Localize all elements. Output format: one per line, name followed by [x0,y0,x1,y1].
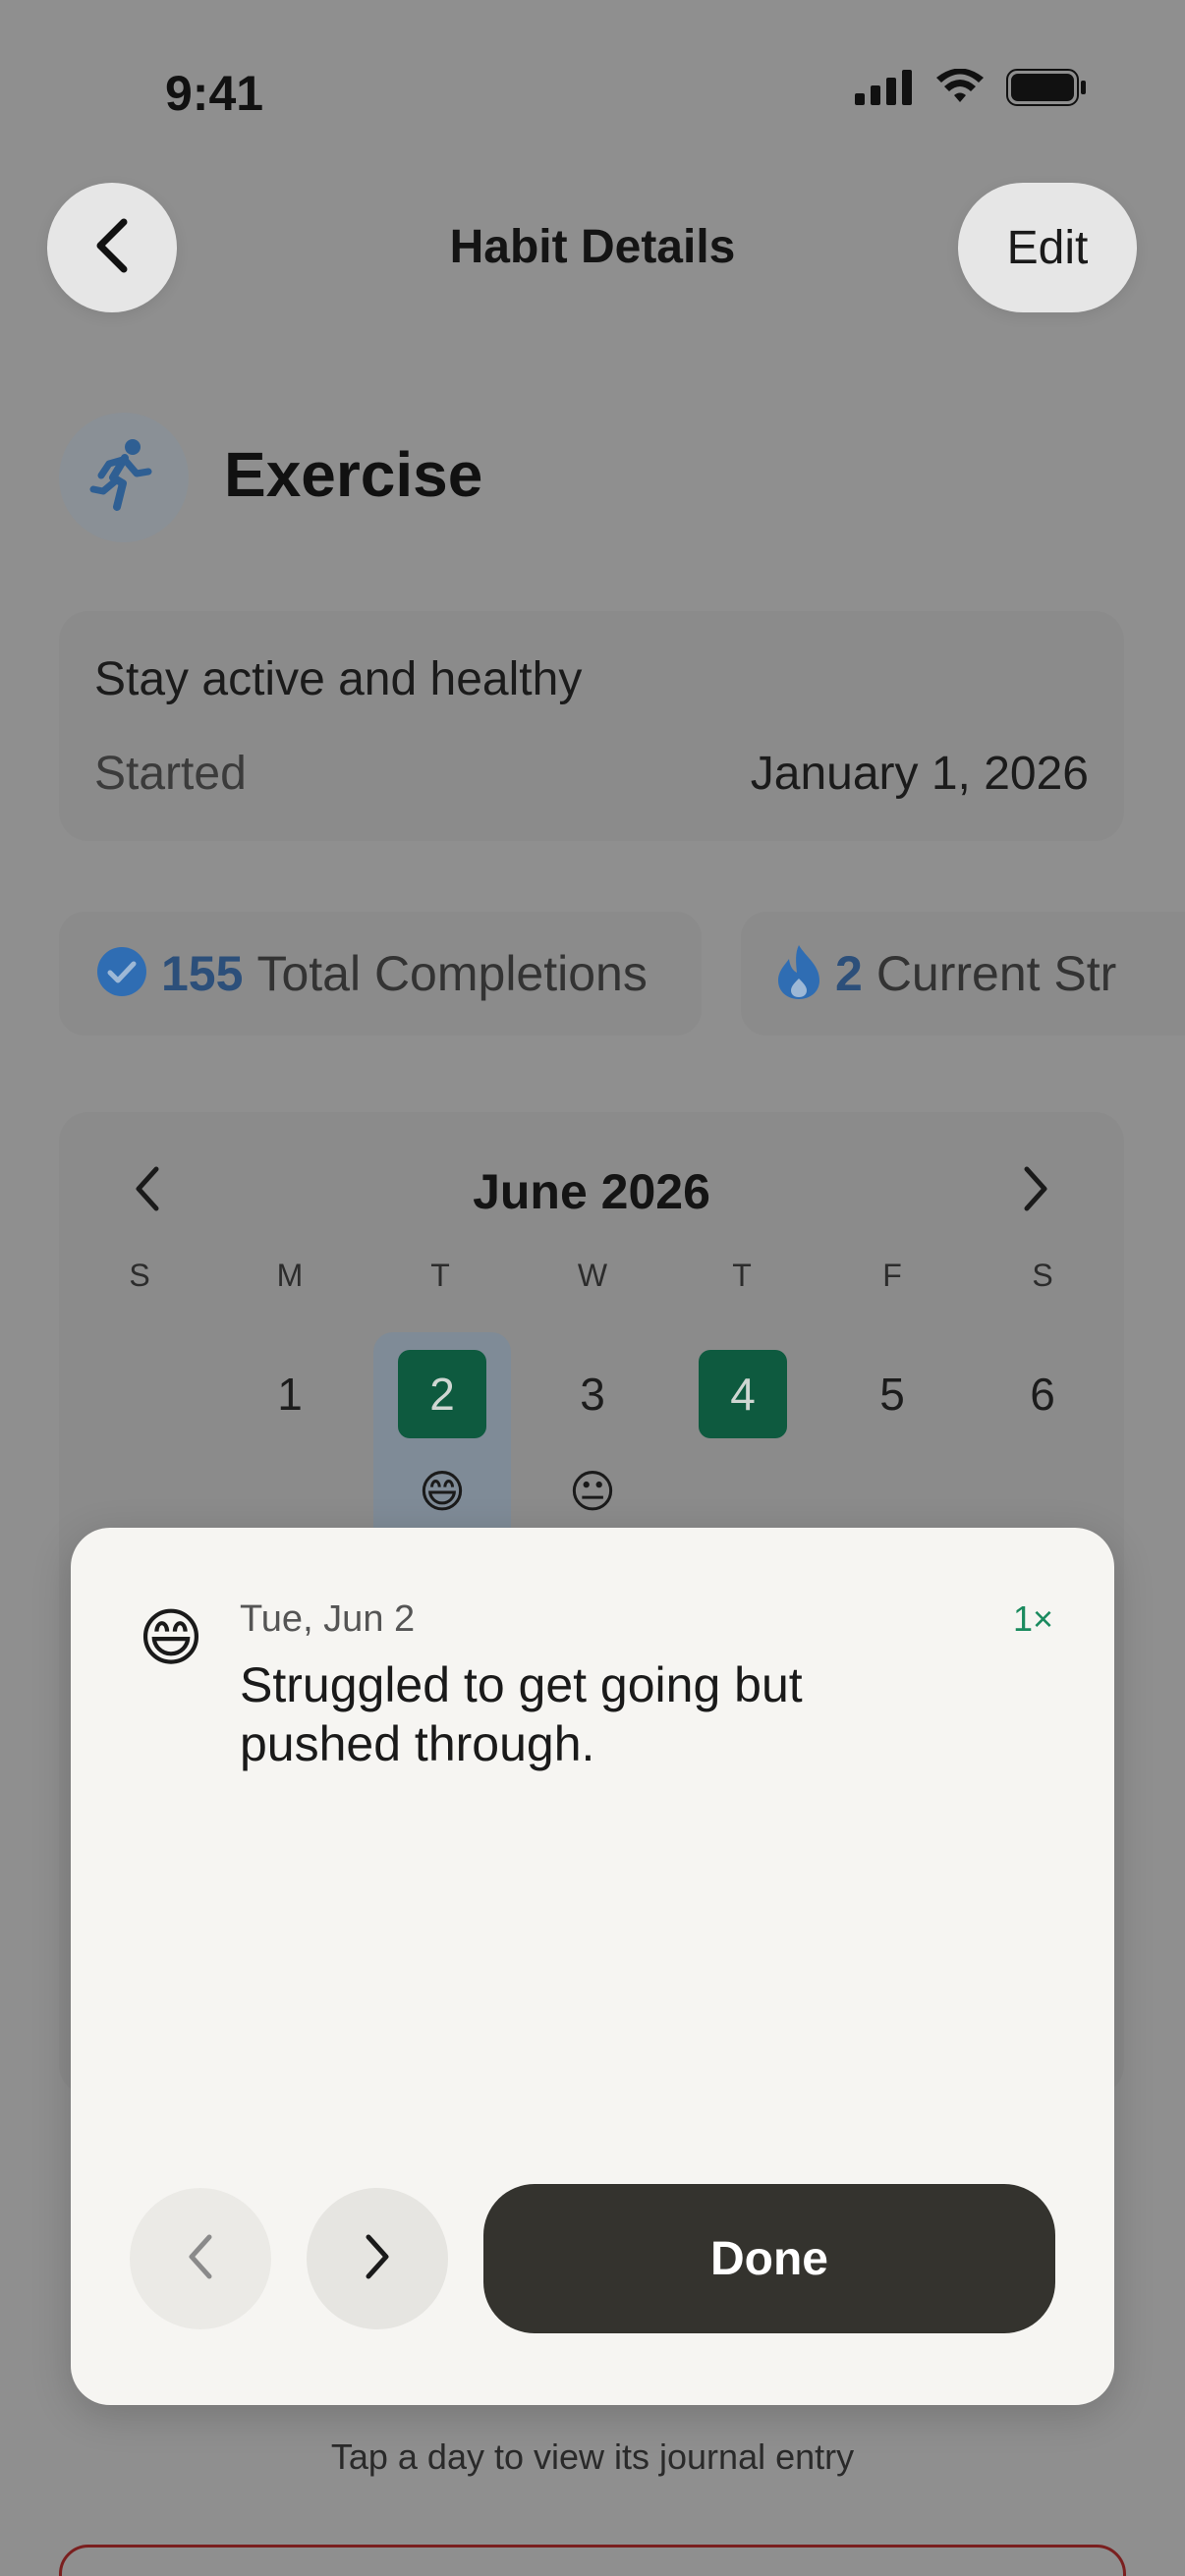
previous-entry-button[interactable] [130,2188,271,2329]
journal-entry-sheet: 😄 Tue, Jun 2 1× Struggled to get going b… [71,1528,1114,2405]
habit-info-card: Stay active and healthy Started January … [59,611,1124,841]
wifi-icon [935,68,985,111]
weekday-label: S [129,1258,150,1293]
calendar-day-completed[interactable]: 2 [398,1350,486,1438]
habit-icon-badge [59,413,189,542]
stat-value: 2 [835,946,863,1001]
calendar-day[interactable]: 3 [548,1350,637,1438]
calendar-day[interactable]: 5 [848,1350,936,1438]
checkmark-circle-icon [96,946,147,1002]
calendar-month-title: June 2026 [473,1164,710,1219]
weekday-label: S [1032,1258,1053,1293]
delete-habit-card[interactable] [59,2545,1126,2576]
entry-completion-count: 1× [1012,1598,1053,1639]
stat-label: Current Str [875,946,1117,1001]
calendar-day[interactable]: 1 [246,1350,334,1438]
calendar-weekday-row: S M T W T F S [59,1258,1124,1297]
started-value: January 1, 2026 [750,748,1089,800]
stat-current-streak: 2 Current Str [741,912,1185,1036]
chevron-right-icon [1021,1165,1050,1217]
entry-mood-emoji: 😄 [138,1602,204,1673]
entry-text: Struggled to get going but pushed throug… [240,1657,803,1771]
stat-total-completions: 155 Total Completions [59,912,702,1036]
weekday-label: T [732,1258,752,1293]
weekday-label: T [430,1258,450,1293]
status-bar: 9:41 [0,0,1185,147]
chevron-left-icon [186,2233,215,2285]
done-button[interactable]: Done [483,2184,1055,2333]
habit-description: Stay active and healthy [94,653,583,705]
calendar-day[interactable]: 6 [998,1350,1087,1438]
edit-button[interactable]: Edit [958,183,1137,312]
habit-name: Exercise [224,439,483,510]
stat-value: 155 [161,946,244,1001]
calendar-day-completed[interactable]: 4 [699,1350,787,1438]
running-person-icon [89,438,158,518]
battery-icon [1006,69,1087,111]
chevron-right-icon [363,2233,392,2285]
entry-date: Tue, Jun 2 [240,1598,416,1640]
day-mood-emoji: 😄 [419,1466,466,1517]
next-entry-button[interactable] [307,2188,448,2329]
weekday-label: W [577,1258,608,1293]
stat-label: Total Completions [256,946,648,1001]
weekday-label: F [882,1258,902,1293]
day-mood-emoji: 😐 [569,1466,616,1517]
status-icons [855,68,1087,111]
calendar-hint: Tap a day to view its journal entry [330,2436,855,2477]
status-time: 9:41 [165,66,264,121]
signal-icon [855,70,914,110]
weekday-label: M [276,1258,304,1293]
started-label: Started [94,748,247,800]
flame-icon [776,943,821,1005]
calendar-next-month-button[interactable] [1006,1161,1065,1220]
